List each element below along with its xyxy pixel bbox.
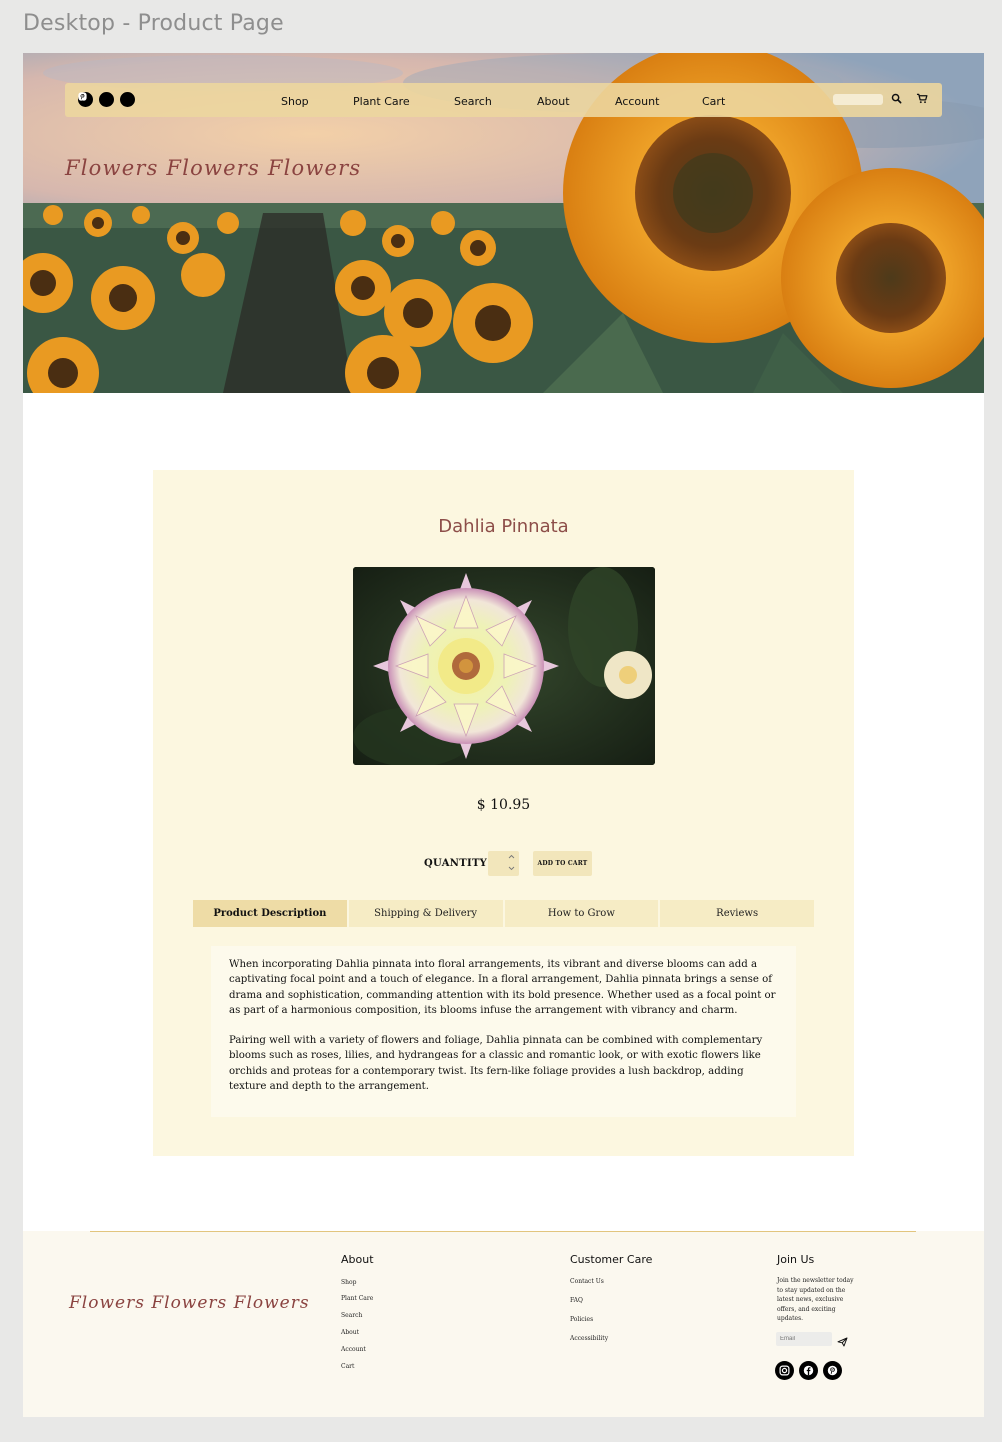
newsletter-text: Join the newsletter today to stay update… — [777, 1277, 854, 1323]
footer-link-search[interactable]: Search — [341, 1312, 362, 1319]
newsletter-email-input[interactable] — [776, 1332, 832, 1346]
tab-product-description[interactable]: Product Description — [193, 900, 347, 927]
page-frame: Shop Plant Care Search About Account Car… — [23, 53, 984, 1417]
product-tabs: Product Description Shipping & Delivery … — [193, 900, 814, 927]
add-to-cart-button[interactable]: ADD TO CART — [533, 851, 592, 876]
footer-link-faq[interactable]: FAQ — [570, 1297, 583, 1304]
product-card: Dahlia Pinnata $ 10.95 QUANTITY ADD TO C… — [153, 470, 854, 1156]
footer-brand-script: Flowers Flowers Flowers — [69, 1293, 310, 1313]
footer-link-contact-us[interactable]: Contact Us — [570, 1278, 604, 1285]
footer-customer-care-heading: Customer Care — [570, 1253, 653, 1266]
instagram-icon[interactable] — [775, 1361, 794, 1380]
chevron-down-icon[interactable] — [508, 866, 515, 873]
product-description-panel: When incorporating Dahlia pinnata into f… — [211, 946, 796, 1117]
quantity-label: QUANTITY — [424, 858, 488, 869]
pinterest-icon[interactable] — [78, 92, 135, 107]
top-navbar: Shop Plant Care Search About Account Car… — [65, 83, 942, 117]
nav-shop[interactable]: Shop — [281, 95, 309, 108]
footer-join-heading: Join Us — [777, 1253, 815, 1266]
footer-link-accessibility[interactable]: Accessibility — [570, 1335, 608, 1342]
facebook-icon[interactable] — [799, 1361, 818, 1380]
footer-link-shop[interactable]: Shop — [341, 1279, 356, 1286]
product-price: $ 10.95 — [476, 797, 531, 813]
nav-account[interactable]: Account — [615, 95, 659, 108]
chevron-up-icon[interactable] — [508, 854, 515, 861]
frame-title: Desktop - Product Page — [23, 11, 284, 36]
description-paragraph: When incorporating Dahlia pinnata into f… — [229, 959, 776, 1016]
site-footer: Flowers Flowers Flowers About Shop Plant… — [23, 1231, 984, 1417]
nav-cart[interactable]: Cart — [702, 95, 725, 108]
nav-plant-care[interactable]: Plant Care — [353, 95, 410, 108]
footer-link-policies[interactable]: Policies — [570, 1316, 593, 1323]
header-search-input[interactable] — [833, 94, 883, 105]
pinterest-icon[interactable] — [823, 1361, 842, 1380]
product-title: Dahlia Pinnata — [438, 516, 569, 537]
footer-about-column: About Shop Plant Care Search About Accou… — [341, 1253, 374, 1370]
footer-about-heading: About — [341, 1253, 374, 1266]
nav-about[interactable]: About — [537, 95, 570, 108]
footer-join-column: Join Us Join the newsletter today to sta… — [775, 1253, 854, 1380]
tab-shipping-delivery[interactable]: Shipping & Delivery — [348, 900, 503, 927]
product-image — [353, 567, 655, 765]
hero-brand-script: Flowers Flowers Flowers — [65, 156, 362, 180]
footer-divider — [90, 1231, 916, 1232]
footer-link-about[interactable]: About — [341, 1329, 359, 1336]
send-icon[interactable] — [837, 1334, 848, 1352]
footer-social-links — [775, 1361, 842, 1380]
footer-link-cart[interactable]: Cart — [341, 1363, 354, 1370]
footer-link-plant-care[interactable]: Plant Care — [341, 1295, 373, 1302]
footer-customer-care-column: Customer Care Contact Us FAQ Policies Ac… — [570, 1253, 653, 1342]
tab-reviews[interactable]: Reviews — [660, 900, 814, 927]
nav-search[interactable]: Search — [454, 95, 492, 108]
facebook-icon[interactable] — [78, 92, 114, 107]
tab-how-to-grow[interactable]: How to Grow — [504, 900, 659, 927]
footer-link-account[interactable]: Account — [341, 1346, 366, 1353]
nav-social-links — [78, 92, 135, 107]
description-paragraph: Pairing well with a variety of flowers a… — [229, 1035, 763, 1093]
hero-banner: Shop Plant Care Search About Account Car… — [23, 53, 984, 393]
quantity-stepper[interactable] — [488, 851, 519, 876]
